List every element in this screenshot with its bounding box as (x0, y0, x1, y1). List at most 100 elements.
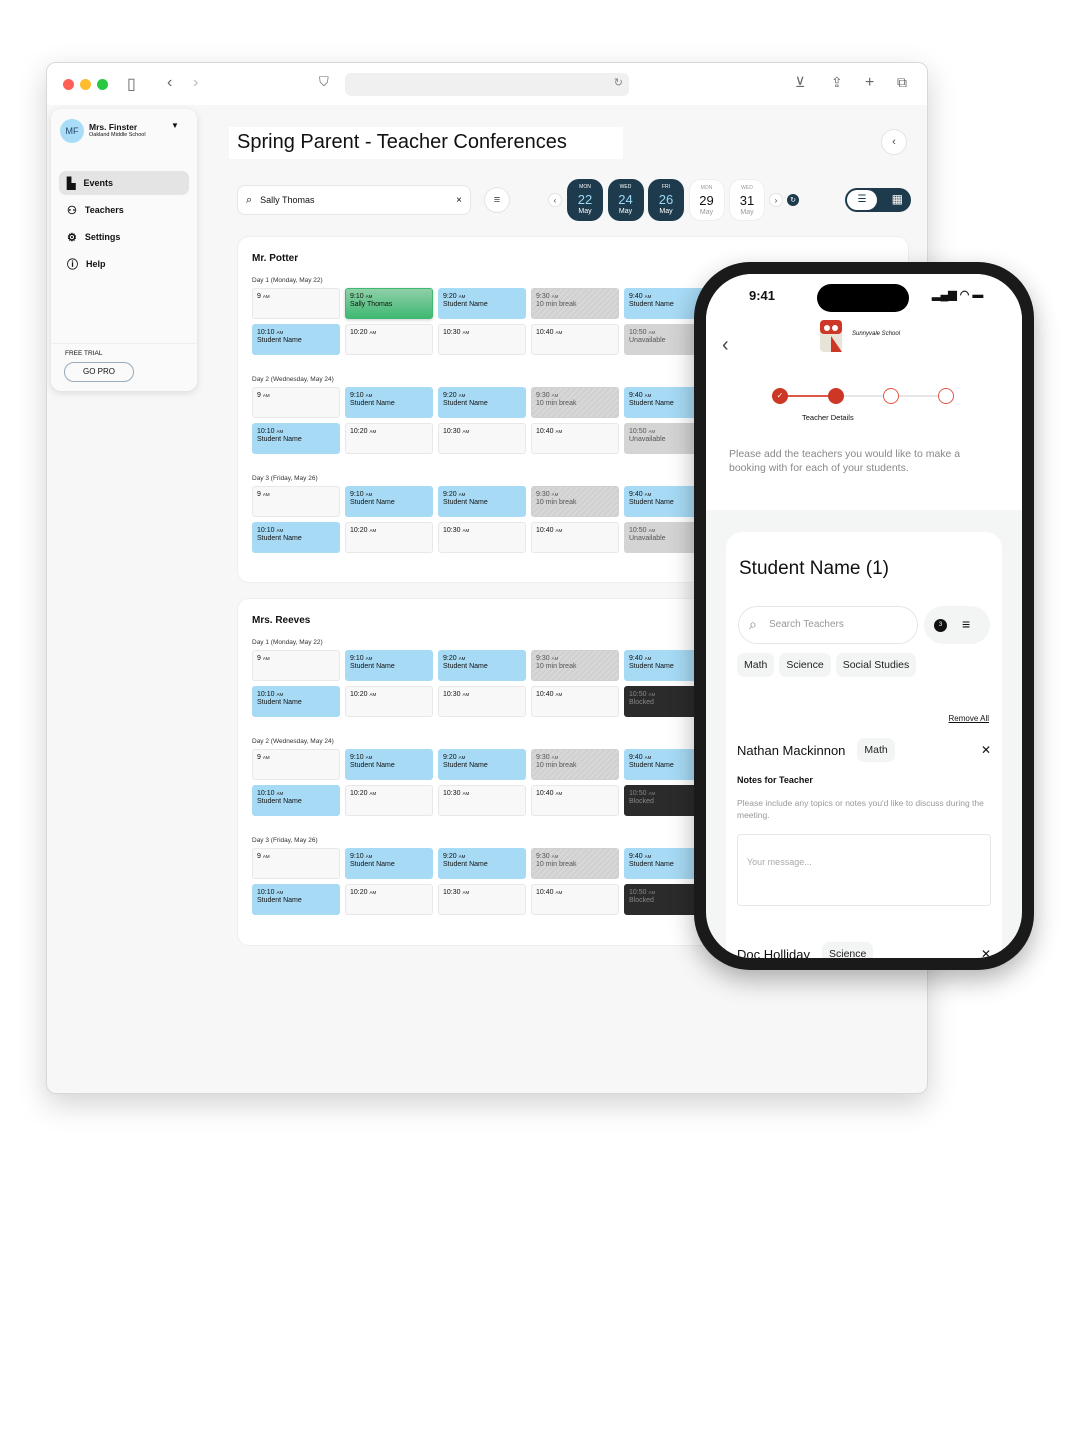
remove-all-link[interactable]: Remove All (949, 714, 989, 723)
reload-icon[interactable]: ↻ (614, 76, 623, 89)
time-slot-empty[interactable]: 9 AM (252, 650, 340, 681)
collapse-button[interactable]: ‹ (881, 129, 907, 155)
time-slot-empty[interactable]: 9 AM (252, 749, 340, 780)
time-slot-booked[interactable]: 10:10 AM Student Name (252, 686, 340, 717)
time-slot-booked[interactable]: 9:20 AM Student Name (438, 848, 526, 879)
remove-teacher-icon[interactable]: ✕ (981, 743, 991, 757)
time-slot-empty[interactable]: 10:30 AM (438, 785, 526, 816)
sidebar-item-help[interactable]: ⓘ Help (59, 252, 189, 276)
time-slot-empty[interactable]: 9 AM (252, 387, 340, 418)
time-slot-booked[interactable]: 10:10 AM Student Name (252, 522, 340, 553)
time-slot-booked[interactable]: 10:10 AM Student Name (252, 884, 340, 915)
chevron-down-icon[interactable]: ▼ (171, 121, 179, 130)
time-slot-empty[interactable]: 10:20 AM (345, 686, 433, 717)
reset-icon[interactable]: ↻ (787, 194, 799, 206)
time-slot-booked[interactable]: 9:20 AM Student Name (438, 650, 526, 681)
time-slot-booked[interactable]: 9:10 AM Student Name (345, 650, 433, 681)
date-chip[interactable]: FRI 26 May (648, 179, 684, 221)
slot-ampm: AM (365, 492, 373, 497)
sidebar-item-teachers[interactable]: ⚇ Teachers (59, 198, 189, 222)
time-slot-empty[interactable]: 10:20 AM (345, 884, 433, 915)
teacher-search-input[interactable]: ⌕ Search Teachers (738, 606, 918, 644)
subject-filter-chip[interactable]: Social Studies (835, 653, 917, 677)
time-slot-empty[interactable]: 10:40 AM (531, 884, 619, 915)
date-chip[interactable]: MON 22 May (567, 179, 603, 221)
avatar[interactable]: MF (60, 119, 84, 143)
time-slot-break[interactable]: 9:30 AM 10 min break (531, 486, 619, 517)
time-slot-booked[interactable]: 9:10 AM Student Name (345, 486, 433, 517)
slot-ampm: AM (551, 492, 559, 497)
time-slot-break[interactable]: 9:30 AM 10 min break (531, 650, 619, 681)
time-slot-break[interactable]: 9:30 AM 10 min break (531, 387, 619, 418)
step-3[interactable] (883, 388, 899, 404)
subject-filter-chip[interactable]: Science (779, 653, 831, 677)
time-slot-empty[interactable]: 9 AM (252, 486, 340, 517)
sidebar-item-events[interactable]: ▙ Events (59, 171, 189, 195)
close-window-button[interactable] (63, 79, 74, 90)
time-slot-empty[interactable]: 9 AM (252, 288, 340, 319)
shield-icon[interactable]: ⛉ (319, 74, 329, 90)
time-slot-empty[interactable]: 10:30 AM (438, 884, 526, 915)
time-slot-empty[interactable]: 10:20 AM (345, 785, 433, 816)
prev-dates-button[interactable]: ‹ (548, 193, 562, 207)
time-slot-empty[interactable]: 10:20 AM (345, 423, 433, 454)
subject-filter-chip[interactable]: Math (737, 653, 775, 677)
filter-button[interactable]: 3 ≡ (924, 606, 990, 644)
step-2-current[interactable] (828, 388, 844, 404)
sidebar-toggle-icon[interactable]: ▯ (127, 74, 136, 94)
forward-icon[interactable]: › (193, 74, 198, 92)
time-slot-empty[interactable]: 10:20 AM (345, 522, 433, 553)
back-icon[interactable]: ‹ (167, 74, 172, 92)
download-icon[interactable]: ⊻ (795, 74, 805, 91)
next-dates-button[interactable]: › (769, 193, 783, 207)
time-slot-booked[interactable]: 10:10 AM Student Name (252, 423, 340, 454)
new-tab-icon[interactable]: + (865, 74, 874, 92)
remove-teacher-icon[interactable]: ✕ (981, 947, 991, 958)
time-slot-booked[interactable]: 9:10 AM Student Name (345, 848, 433, 879)
time-slot-booked[interactable]: 9:10 AM Student Name (345, 749, 433, 780)
time-slot-empty[interactable]: 10:40 AM (531, 324, 619, 355)
time-slot-empty[interactable]: 10:30 AM (438, 522, 526, 553)
go-pro-button[interactable]: GO PRO (64, 362, 134, 382)
account-switcher[interactable]: Mrs. Finster Oakland Middle School (89, 122, 146, 138)
date-chip[interactable]: WED 31 May (729, 179, 765, 221)
step-1-complete[interactable]: ✓ (772, 388, 788, 404)
time-slot-empty[interactable]: 10:30 AM (438, 423, 526, 454)
time-slot-empty[interactable]: 10:30 AM (438, 686, 526, 717)
clear-search-icon[interactable]: × (456, 195, 462, 206)
time-slot-booked[interactable]: 9:10 AM Student Name (345, 387, 433, 418)
time-slot-booked[interactable]: 10:10 AM Student Name (252, 785, 340, 816)
time-slot-selected[interactable]: 9:10 AM Sally Thomas (345, 288, 433, 319)
sidebar-item-settings[interactable]: ⚙ Settings (59, 225, 189, 249)
time-slot-booked[interactable]: 9:20 AM Student Name (438, 486, 526, 517)
date-chip[interactable]: WED 24 May (607, 179, 644, 221)
time-slot-booked[interactable]: 10:10 AM Student Name (252, 324, 340, 355)
time-slot-booked[interactable]: 9:20 AM Student Name (438, 749, 526, 780)
list-view-icon[interactable]: ☰ (847, 190, 877, 210)
time-slot-empty[interactable]: 9 AM (252, 848, 340, 879)
time-slot-booked[interactable]: 9:20 AM Student Name (438, 387, 526, 418)
search-input[interactable]: ⌕ Sally Thomas × (237, 185, 471, 215)
time-slot-empty[interactable]: 10:40 AM (531, 686, 619, 717)
grid-view-icon[interactable]: ▦ (892, 192, 903, 206)
time-slot-empty[interactable]: 10:30 AM (438, 324, 526, 355)
share-icon[interactable]: ⇪ (831, 74, 843, 91)
time-slot-break[interactable]: 9:30 AM 10 min break (531, 848, 619, 879)
view-toggle[interactable]: ☰ ▦ (845, 188, 911, 212)
filter-button[interactable]: ≡ (484, 187, 510, 213)
time-slot-empty[interactable]: 10:40 AM (531, 423, 619, 454)
time-slot-booked[interactable]: 9:20 AM Student Name (438, 288, 526, 319)
time-slot-empty[interactable]: 10:20 AM (345, 324, 433, 355)
time-slot-empty[interactable]: 10:40 AM (531, 522, 619, 553)
zoom-window-button[interactable] (97, 79, 108, 90)
time-slot-break[interactable]: 9:30 AM 10 min break (531, 288, 619, 319)
address-bar[interactable]: ↻ (345, 73, 629, 96)
message-textarea[interactable]: Your message... (737, 834, 991, 906)
time-slot-empty[interactable]: 10:40 AM (531, 785, 619, 816)
tabs-overview-icon[interactable]: ⧉ (897, 74, 907, 91)
step-4[interactable] (938, 388, 954, 404)
date-chip[interactable]: MON 29 May (688, 179, 725, 221)
time-slot-break[interactable]: 9:30 AM 10 min break (531, 749, 619, 780)
minimize-window-button[interactable] (80, 79, 91, 90)
back-icon[interactable]: ‹ (722, 334, 729, 357)
